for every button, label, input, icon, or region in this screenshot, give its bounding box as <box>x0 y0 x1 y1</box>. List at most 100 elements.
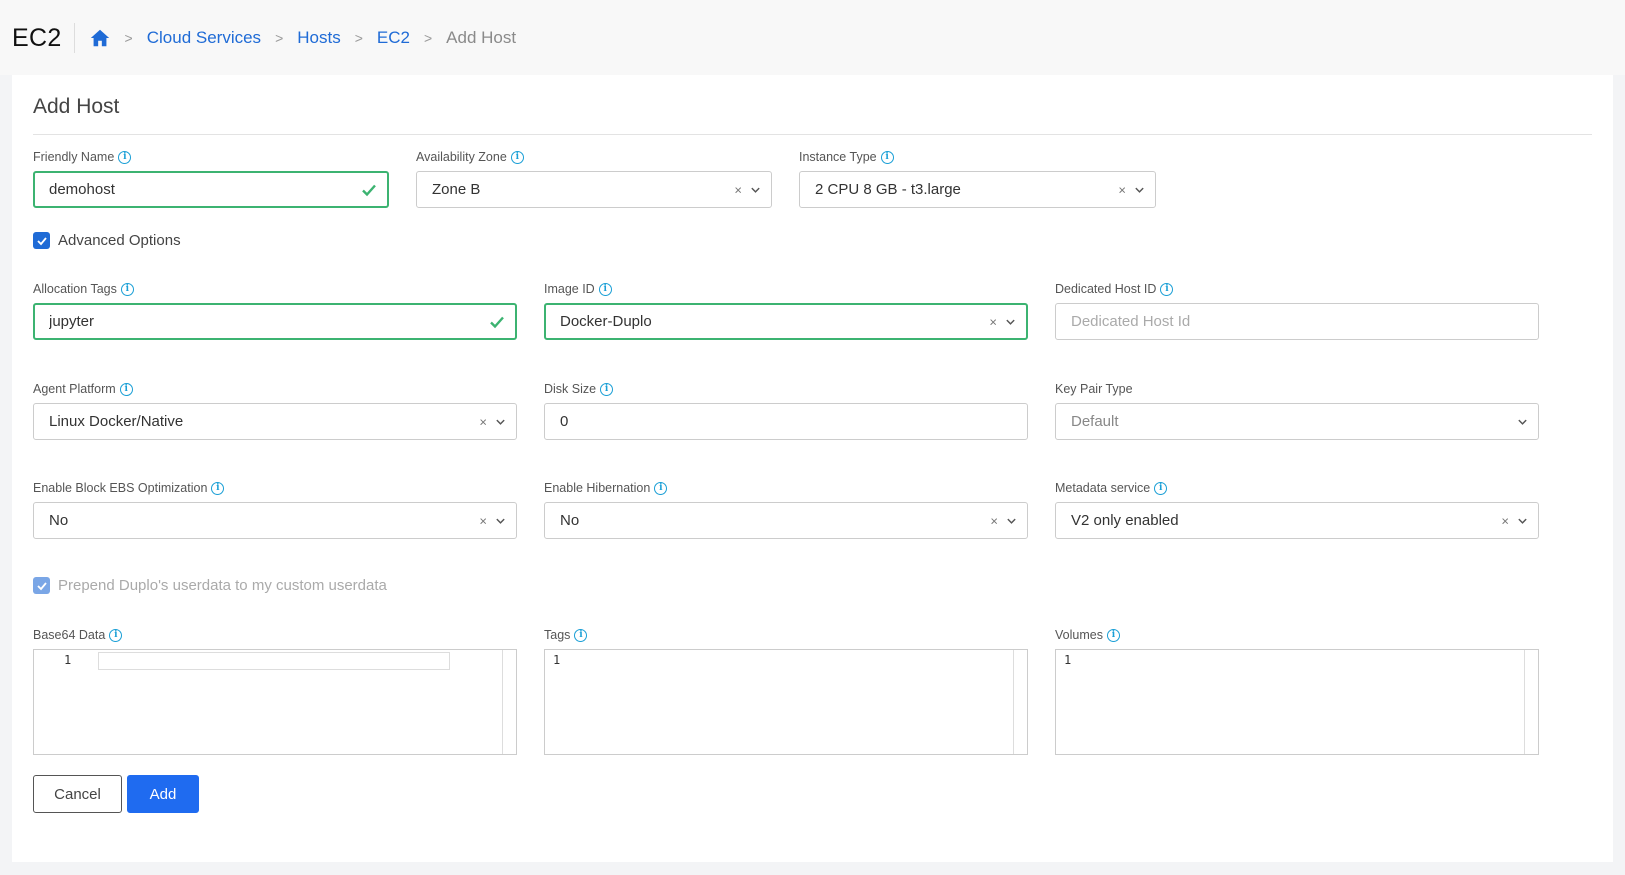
agent-platform-label: Agent Platform <box>33 382 116 396</box>
breadcrumb: > Cloud Services > Hosts > EC2 > Add Hos… <box>89 27 517 49</box>
home-icon[interactable] <box>89 27 111 49</box>
info-icon[interactable]: i <box>1154 481 1168 495</box>
instance-type-field: Instance Type i 2 CPU 8 GB - t3.large × <box>799 149 1156 208</box>
breadcrumb-current: Add Host <box>446 27 517 47</box>
line-number: 1 <box>64 653 72 667</box>
hibernation-label: Enable Hibernation <box>544 481 651 495</box>
active-line <box>98 652 450 670</box>
clear-icon[interactable]: × <box>479 513 487 528</box>
info-icon[interactable]: i <box>109 628 123 642</box>
chevron-down-icon[interactable] <box>1517 416 1528 427</box>
breadcrumb-ec2[interactable]: EC2 <box>377 28 410 48</box>
chevron-down-icon[interactable] <box>495 515 506 526</box>
base64-data-field: Base64 Data i 1 <box>33 627 517 755</box>
clear-icon[interactable]: × <box>479 414 487 429</box>
hibernation-select[interactable]: No × <box>544 502 1028 539</box>
chevron-down-icon[interactable] <box>495 416 506 427</box>
volumes-field: Volumes i 1 <box>1055 627 1539 755</box>
key-pair-type-label: Key Pair Type <box>1055 382 1133 396</box>
metadata-service-select[interactable]: V2 only enabled × <box>1055 502 1539 539</box>
add-host-card: Add Host Friendly Namei Availability Zon… <box>12 75 1613 862</box>
advanced-options-checkbox-row[interactable]: Advanced Options <box>33 232 181 249</box>
scrollbar[interactable] <box>1013 650 1027 754</box>
app-title: EC2 <box>12 22 75 53</box>
chevron-right-icon: > <box>354 29 363 46</box>
info-icon[interactable]: i <box>1106 628 1120 642</box>
scrollbar[interactable] <box>502 650 516 754</box>
key-pair-type-select[interactable]: Default <box>1055 403 1539 440</box>
chevron-down-icon[interactable] <box>1006 515 1017 526</box>
tags-label: Tags <box>544 628 571 642</box>
info-icon[interactable]: i <box>600 382 614 396</box>
volumes-label: Volumes <box>1055 628 1103 642</box>
agent-platform-field: Agent Platform i Linux Docker/Native × <box>33 381 517 440</box>
block-ebs-label: Enable Block EBS Optimization <box>33 481 208 495</box>
info-icon[interactable]: i <box>654 481 668 495</box>
info-icon[interactable]: i <box>574 628 588 642</box>
chevron-down-icon[interactable] <box>1517 515 1528 526</box>
friendly-name-input-wrap[interactable] <box>33 171 389 208</box>
cancel-button[interactable]: Cancel <box>33 775 122 813</box>
clear-icon[interactable]: × <box>734 182 742 197</box>
chevron-right-icon: > <box>423 29 433 46</box>
prepend-userdata-label: Prepend Duplo's userdata to my custom us… <box>58 577 387 594</box>
line-number: 1 <box>553 653 561 667</box>
info-icon[interactable]: i <box>1160 282 1174 296</box>
breadcrumb-cloud-services[interactable]: Cloud Services <box>147 28 261 48</box>
instance-type-value: 2 CPU 8 GB - t3.large <box>815 181 961 198</box>
divider <box>33 134 1592 135</box>
block-ebs-select[interactable]: No × <box>33 502 517 539</box>
clear-icon[interactable]: × <box>990 513 998 528</box>
metadata-service-value: V2 only enabled <box>1071 512 1179 529</box>
friendly-name-field: Friendly Name i <box>33 149 389 208</box>
clear-icon[interactable]: × <box>989 314 997 329</box>
disk-size-input-wrap[interactable] <box>544 403 1028 440</box>
dedicated-host-id-input[interactable] <box>1071 313 1498 330</box>
availability-zone-label: Availability Zone <box>416 150 507 164</box>
key-pair-type-value: Default <box>1071 413 1119 430</box>
instance-type-label: Instance Type <box>799 150 877 164</box>
metadata-service-field: Metadata service i V2 only enabled × <box>1055 480 1539 539</box>
availability-zone-value: Zone B <box>432 181 481 198</box>
agent-platform-select[interactable]: Linux Docker/Native × <box>33 403 517 440</box>
info-icon[interactable]: i <box>510 150 524 164</box>
allocation-tags-input-wrap[interactable] <box>33 303 517 340</box>
dedicated-host-id-input-wrap[interactable] <box>1055 303 1539 340</box>
info-icon[interactable]: i <box>211 481 225 495</box>
info-icon[interactable]: i <box>880 150 894 164</box>
clear-icon[interactable]: × <box>1501 513 1509 528</box>
instance-type-select[interactable]: 2 CPU 8 GB - t3.large × <box>799 171 1156 208</box>
disk-size-input[interactable] <box>560 413 987 430</box>
info-icon[interactable]: i <box>119 382 133 396</box>
clear-icon[interactable]: × <box>1118 182 1126 197</box>
hibernation-value: No <box>560 512 580 529</box>
chevron-down-icon[interactable] <box>1134 184 1145 195</box>
image-id-label: Image ID <box>544 282 595 296</box>
friendly-name-label: Friendly Name <box>33 150 115 164</box>
image-id-value: Docker-Duplo <box>560 313 652 330</box>
info-icon[interactable]: i <box>598 282 612 296</box>
tags-editor[interactable]: 1 <box>544 649 1028 755</box>
line-number: 1 <box>1064 653 1072 667</box>
info-icon[interactable]: i <box>120 282 134 296</box>
page-title: Add Host <box>33 95 120 118</box>
allocation-tags-label: Allocation Tags <box>33 282 117 296</box>
base64-data-editor[interactable]: 1 <box>33 649 517 755</box>
volumes-editor[interactable]: 1 <box>1055 649 1539 755</box>
chevron-down-icon[interactable] <box>750 184 761 195</box>
availability-zone-select[interactable]: Zone B × <box>416 171 772 208</box>
add-button[interactable]: Add <box>127 775 199 813</box>
info-icon[interactable]: i <box>118 150 132 164</box>
check-icon <box>362 184 376 196</box>
advanced-options-checkbox[interactable] <box>33 232 50 249</box>
prepend-userdata-checkbox[interactable] <box>33 577 50 594</box>
scrollbar[interactable] <box>1524 650 1538 754</box>
allocation-tags-input[interactable] <box>49 313 475 330</box>
image-id-select[interactable]: Docker-Duplo × <box>544 303 1028 340</box>
friendly-name-input[interactable] <box>49 181 347 198</box>
chevron-down-icon[interactable] <box>1005 316 1016 327</box>
breadcrumb-hosts[interactable]: Hosts <box>297 28 340 48</box>
disk-size-label: Disk Size <box>544 382 597 396</box>
prepend-userdata-checkbox-row[interactable]: Prepend Duplo's userdata to my custom us… <box>33 577 387 594</box>
dedicated-host-id-label: Dedicated Host ID <box>1055 282 1157 296</box>
